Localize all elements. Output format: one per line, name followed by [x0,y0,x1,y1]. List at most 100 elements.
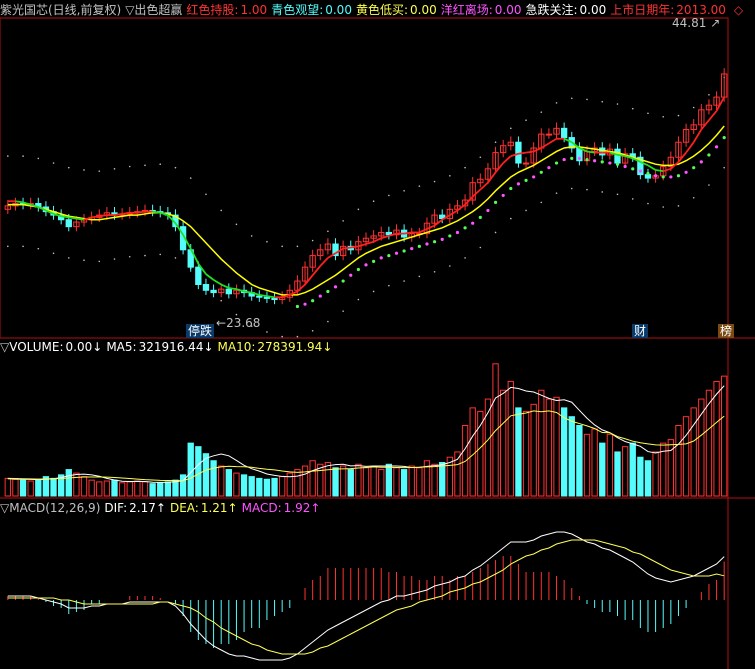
volume-bar [19,479,27,497]
upper-band-dot [433,180,436,183]
volume-bar [545,398,553,497]
volume-bar [111,479,118,497]
macd-value: 1.92 [283,501,311,515]
ma5-line-segment [540,142,550,149]
support-dot [669,175,673,179]
main-header: 紫光国芯(日线,前复权) ▽出色超赢 红色持股: 1.00 青色观望: 0.00 黄色低买:… [0,2,747,18]
ma5-line-segment [449,209,458,216]
lower-band-dot [479,246,482,249]
diamond-icon: ◇ [733,3,744,17]
upper-band-dot [235,223,238,226]
stock-title: 紫光国芯(日线,前复权) [0,3,122,17]
support-dot [318,294,322,298]
volume-bar [393,467,400,497]
support-dot [646,171,650,176]
signal-value: 2013.00 [676,3,726,17]
volume-bar [477,410,484,497]
volume-bar [629,442,636,497]
macd-value: 2.17 [129,501,156,515]
volume-bar [652,451,659,497]
finance-badge[interactable]: 财 [632,324,649,338]
support-dot [394,251,399,255]
support-dot [608,161,612,165]
signal-item-2: 黄色低买: 0.00 [356,3,437,17]
volume-bar [682,416,690,497]
support-dot [615,162,620,166]
lower-band-dot [555,192,558,194]
lower-band-dot [525,209,527,212]
volume-bar [157,482,164,497]
upper-band-dot [37,157,40,160]
support-dot [638,169,642,173]
ma5-line-segment [68,216,77,220]
lower-band-dot [281,335,283,338]
support-dot [463,226,467,230]
arrow-up-icon: ↑ [155,501,166,515]
volume-bar [400,469,408,497]
upper-band-dot [98,170,101,172]
lower-band-dot [266,331,268,333]
support-dot [486,208,490,213]
lower-band-dot [296,335,299,338]
ma5-line-segment [319,257,329,267]
support-dot [547,166,551,170]
candle-body [65,219,72,228]
lower-band-dot [22,245,24,248]
lower-band-dot [67,257,70,259]
stop-drop-badge[interactable]: 停跌 [186,324,215,338]
ma5-line-segment [91,215,100,219]
volume-bar [80,476,88,497]
ma5-line-segment [464,195,474,206]
volume-bar [621,446,629,497]
support-dot [684,170,688,174]
support-dot [425,242,429,246]
support-dot [455,230,460,235]
rank-badge[interactable]: 榜 [718,324,735,338]
upper-band-dot [570,97,573,100]
ma5-line-segment [418,228,428,234]
upper-band-dot [449,174,451,177]
volume-bar [416,467,423,497]
stock-chart-window: 紫光国芯(日线,前复权) ▽出色超赢 红色持股: 1.00 青色观望: 0.00 黄色低买:… [0,0,755,669]
support-dot [417,244,421,248]
candle-body [210,289,217,294]
macd-label: DIF: [104,501,128,515]
support-dot [303,302,307,306]
support-dot [539,170,543,174]
volume-label: MA5: [106,340,137,354]
ma5-line-segment [205,273,215,281]
support-dot [707,153,711,157]
indicator-name[interactable]: ▽出色超赢 [125,3,182,17]
upper-band-dot [296,245,299,248]
volume-bar [50,477,57,497]
upper-band-dot [22,155,24,157]
signal-item-3: 洋红离场: 0.00 [441,3,522,17]
volume-bar [73,472,80,497]
lower-band-dot [708,184,710,186]
volume-bar [568,416,575,497]
volume-bar [492,363,499,497]
volume-bar [103,480,111,497]
support-dot [478,215,482,220]
ma5-line-segment [358,243,367,248]
support-dot [493,200,498,204]
volume-bar [530,403,537,497]
upper-band-dot [83,169,85,171]
volume-bar [134,480,141,497]
support-dot [379,256,383,260]
arrow-up-icon: ↑ [227,501,238,515]
upper-band-dot [616,103,619,105]
upper-band-dot [586,98,588,101]
volume-collapse-icon[interactable]: ▽ [0,340,9,354]
macd-collapse-icon[interactable]: ▽ [0,501,9,515]
volume-bar [225,469,232,497]
ma5-line-segment [533,147,542,153]
candle-body [644,174,652,179]
support-dot [471,221,475,225]
ma5-line-segment [343,246,351,250]
ma5-line-segment [487,171,497,184]
upper-band-dot [418,185,421,187]
upper-band-dot [372,200,375,203]
support-dot [341,279,345,283]
volume-bar [27,480,34,497]
